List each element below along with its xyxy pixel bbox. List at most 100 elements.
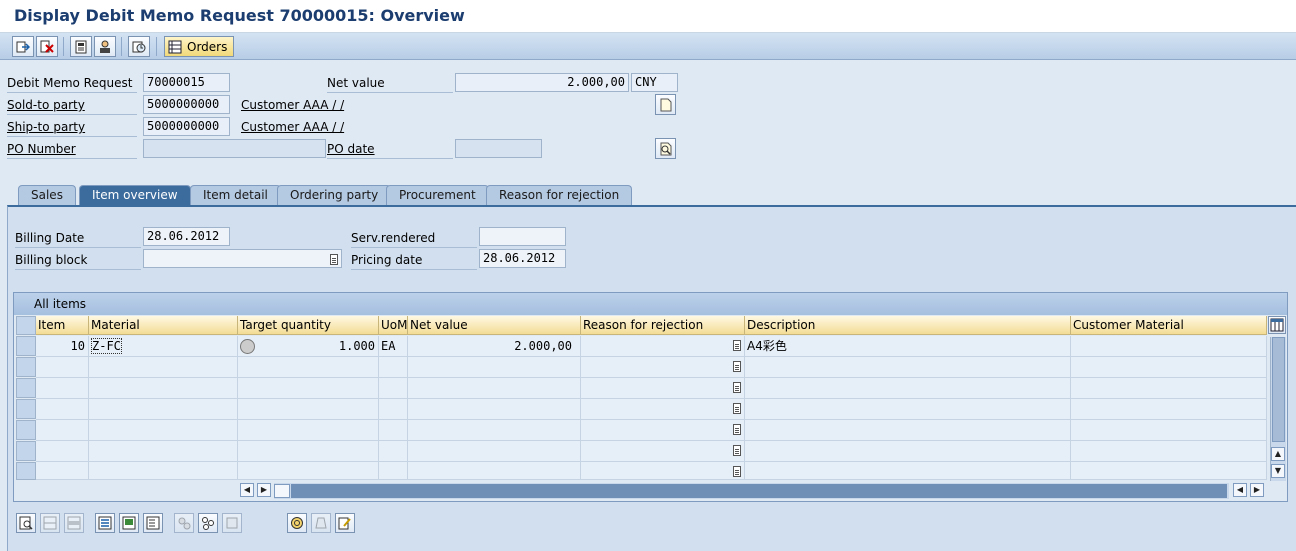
cell-item[interactable] xyxy=(36,441,89,462)
cell-item[interactable]: 10 xyxy=(36,336,89,357)
column-header-customer-material[interactable]: Customer Material xyxy=(1071,316,1267,335)
cell-net-value[interactable] xyxy=(408,462,581,480)
scrollbar-thumb-left[interactable] xyxy=(274,484,290,498)
cell-reason-for-rejection[interactable] xyxy=(581,441,745,462)
row-selector[interactable] xyxy=(16,420,36,440)
value-help-icon[interactable] xyxy=(733,340,741,351)
cell-description[interactable] xyxy=(745,441,1071,462)
value-help-icon[interactable] xyxy=(733,445,741,456)
display-po-button[interactable] xyxy=(655,138,676,159)
column-header-description[interactable]: Description xyxy=(745,316,1071,335)
cell-uom[interactable] xyxy=(379,378,408,399)
orders-button[interactable]: Orders xyxy=(164,36,234,57)
delete-row-button[interactable] xyxy=(64,513,84,533)
value-help-icon[interactable] xyxy=(733,361,741,372)
schedule-lines-icon[interactable] xyxy=(240,339,255,354)
cell-uom[interactable] xyxy=(379,462,408,480)
sold-to-party-field[interactable]: 5000000000 xyxy=(143,95,230,114)
ship-to-party-name[interactable]: Customer AAA / / xyxy=(241,118,344,136)
row-selector[interactable] xyxy=(16,441,36,461)
table-settings-button[interactable] xyxy=(1268,316,1286,334)
cell-net-value[interactable] xyxy=(408,441,581,462)
cell-material[interactable] xyxy=(89,399,238,420)
cell-item[interactable] xyxy=(36,399,89,420)
sold-to-party-label[interactable]: Sold-to party xyxy=(7,96,137,115)
tab-ordering-party[interactable]: Ordering party xyxy=(277,185,392,206)
net-value-field[interactable]: 2.000,00 xyxy=(455,73,629,92)
cell-material[interactable] xyxy=(89,462,238,480)
row-selector[interactable] xyxy=(16,399,36,419)
currency-field[interactable]: CNY xyxy=(631,73,678,92)
ship-to-party-field[interactable]: 5000000000 xyxy=(143,117,230,136)
billing-block-field[interactable] xyxy=(143,249,342,268)
cell-reason-for-rejection[interactable] xyxy=(581,357,745,378)
row-selector[interactable] xyxy=(16,378,36,398)
scroll-left-icon[interactable]: ◀ xyxy=(1233,483,1247,497)
vertical-scrollbar[interactable]: ▲ ▼ xyxy=(1270,337,1286,481)
cell-description[interactable] xyxy=(745,462,1071,480)
insert-row-button[interactable] xyxy=(40,513,60,533)
po-date-field[interactable] xyxy=(455,139,542,158)
serv-rendered-field[interactable] xyxy=(479,227,566,246)
cell-customer-material[interactable] xyxy=(1071,441,1267,462)
cell-description[interactable] xyxy=(745,420,1071,441)
cell-material[interactable] xyxy=(89,378,238,399)
cell-target-quantity[interactable] xyxy=(238,399,379,420)
row-selector[interactable] xyxy=(16,357,36,377)
scroll-right-icon[interactable]: ▶ xyxy=(257,483,271,497)
cell-net-value[interactable] xyxy=(408,399,581,420)
column-header-reason-for-rejection[interactable]: Reason for rejection xyxy=(581,316,745,335)
column-header-item[interactable]: Item xyxy=(36,316,89,335)
deselect-all-button[interactable] xyxy=(143,513,163,533)
cell-material[interactable] xyxy=(89,420,238,441)
cell-customer-material[interactable] xyxy=(1071,462,1267,480)
cell-customer-material[interactable] xyxy=(1071,357,1267,378)
value-help-icon[interactable] xyxy=(733,403,741,414)
cell-target-quantity[interactable] xyxy=(238,378,379,399)
cell-material[interactable] xyxy=(89,357,238,378)
cell-item[interactable] xyxy=(36,462,89,480)
tab-reason-for-rejection[interactable]: Reason for rejection xyxy=(486,185,633,206)
scroll-left-icon[interactable]: ◀ xyxy=(240,483,254,497)
cell-target-quantity[interactable] xyxy=(238,420,379,441)
cell-material[interactable]: Z-FC xyxy=(89,336,238,357)
sold-to-party-name[interactable]: Customer AAA / / xyxy=(241,96,344,114)
value-help-icon[interactable] xyxy=(733,466,741,477)
billing-date-field[interactable]: 28.06.2012 xyxy=(143,227,230,246)
cell-reason-for-rejection[interactable] xyxy=(581,462,745,480)
cancel-button[interactable] xyxy=(36,36,58,57)
scroll-up-icon[interactable]: ▲ xyxy=(1271,447,1285,461)
po-number-field[interactable] xyxy=(143,139,326,158)
cell-reason-for-rejection[interactable] xyxy=(581,420,745,441)
cell-description[interactable] xyxy=(745,378,1071,399)
cell-customer-material[interactable] xyxy=(1071,420,1267,441)
pricing-date-field[interactable]: 28.06.2012 xyxy=(479,249,566,268)
availability-button[interactable] xyxy=(311,513,331,533)
cell-description[interactable]: A4彩色 xyxy=(745,336,1071,357)
value-help-icon[interactable] xyxy=(733,424,741,435)
tab-sales[interactable]: Sales xyxy=(18,185,76,206)
configuration-button[interactable] xyxy=(174,513,194,533)
cell-uom[interactable] xyxy=(379,441,408,462)
change-display-button[interactable] xyxy=(12,36,34,57)
batch-split-button[interactable] xyxy=(222,513,242,533)
cell-uom[interactable] xyxy=(379,357,408,378)
po-number-label[interactable]: PO Number xyxy=(7,140,137,159)
cell-net-value[interactable]: 2.000,00 xyxy=(408,336,581,357)
cell-net-value[interactable] xyxy=(408,357,581,378)
cell-reason-for-rejection[interactable] xyxy=(581,336,745,357)
display-doc-flow-button[interactable] xyxy=(128,36,150,57)
scrollbar-track[interactable] xyxy=(291,484,1227,498)
cell-reason-for-rejection[interactable] xyxy=(581,378,745,399)
horizontal-scrollbar[interactable] xyxy=(274,483,1229,499)
row-selector[interactable] xyxy=(16,462,36,480)
scroll-down-icon[interactable]: ▼ xyxy=(1271,464,1285,478)
column-header-material[interactable]: Material xyxy=(89,316,238,335)
item-details-button[interactable] xyxy=(16,513,36,533)
cell-reason-for-rejection[interactable] xyxy=(581,399,745,420)
sold-to-address-button[interactable] xyxy=(655,94,676,115)
po-date-label[interactable]: PO date xyxy=(327,140,453,159)
cell-item[interactable] xyxy=(36,420,89,441)
column-header-uom[interactable]: UoM xyxy=(379,316,408,335)
cell-item[interactable] xyxy=(36,357,89,378)
